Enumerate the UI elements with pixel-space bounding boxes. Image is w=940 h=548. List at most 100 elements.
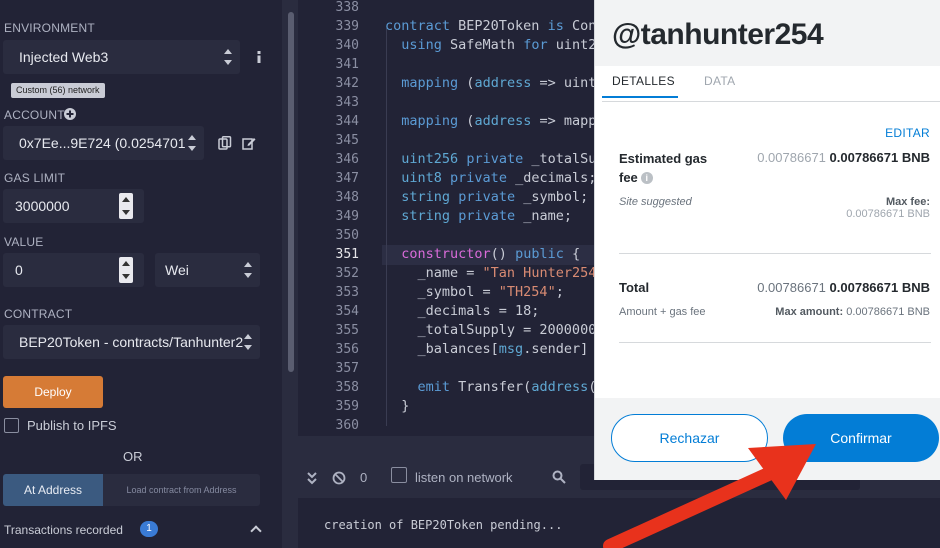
code-line[interactable]: uint8 private _decimals; — [385, 169, 596, 188]
line-number: 358 — [335, 380, 359, 395]
line-number-gutter: 338 339 340 341 342 343 344 345 346 347 348 349 350 3… — [298, 0, 378, 436]
line-number: 350 — [335, 228, 359, 243]
code-line[interactable]: uint256 private _totalSu — [385, 150, 596, 169]
popup-title: @tanhunter254 — [612, 18, 824, 51]
environment-value: Injected Web3 — [19, 49, 109, 65]
code-line[interactable]: mapping (address => uint — [385, 74, 596, 93]
gas-limit-label: GAS LIMIT — [4, 171, 66, 185]
fee-divider — [619, 253, 931, 254]
code-line[interactable]: _name = "Tan Hunter254 — [385, 264, 597, 283]
amount-gas-label: Amount + gas fee — [619, 306, 706, 318]
total-label: Total — [619, 280, 650, 295]
total-amounts: 0.00786671 0.00786671 BNB — [757, 280, 930, 295]
account-select[interactable]: 0x7Ee...9E724 (0.0254701 — [3, 126, 204, 160]
value-stepper[interactable] — [119, 257, 133, 283]
at-address-button[interactable]: At Address — [3, 474, 103, 506]
double-chevron-down-icon[interactable] — [306, 471, 318, 485]
listen-network-label: listen on network — [415, 470, 513, 485]
line-number: 357 — [335, 361, 359, 376]
max-fee-label: Max fee: — [885, 196, 930, 208]
panel-scrollbar[interactable] — [288, 12, 294, 372]
reject-button[interactable]: Rechazar — [611, 414, 768, 462]
total-muted: 0.00786671 — [757, 280, 826, 295]
environment-select[interactable]: Injected Web3 — [3, 40, 240, 74]
info-icon[interactable]: i — [640, 172, 653, 184]
gas-limit-value: 3000000 — [15, 198, 70, 214]
listen-network-checkbox[interactable] — [391, 467, 407, 483]
value-unit-select[interactable]: Wei — [155, 253, 260, 287]
line-number: 359 — [335, 399, 359, 414]
account-label: ACCOUNT — [4, 108, 65, 122]
gas-fee-value: 0.00786671 BNB — [829, 150, 930, 165]
line-number: 353 — [335, 285, 359, 300]
code-line[interactable]: _totalSupply = 2000000 — [385, 321, 597, 340]
line-number: 347 — [335, 171, 359, 186]
line-number: 349 — [335, 209, 359, 224]
metamask-confirm-popup: @tanhunter254 DETALLES DATA EDITAR Estim… — [594, 0, 940, 480]
total-divider — [619, 342, 931, 343]
network-badge: Custom (56) network — [11, 83, 105, 98]
line-number: 344 — [335, 114, 359, 129]
line-number: 341 — [335, 57, 359, 72]
line-number: 355 — [335, 323, 359, 338]
line-number: 356 — [335, 342, 359, 357]
line-number: 345 — [335, 133, 359, 148]
code-line[interactable]: _symbol = "TH254"; — [385, 283, 564, 302]
line-number: 360 — [335, 418, 359, 433]
info-icon[interactable] — [252, 50, 266, 64]
code-line[interactable]: constructor() public { — [385, 245, 580, 264]
gas-fee-label-text: Estimated gas fee — [619, 151, 708, 185]
line-number: 348 — [335, 190, 359, 205]
value-amount: 0 — [15, 262, 23, 278]
account-value: 0x7Ee...9E724 (0.0254701 — [19, 135, 186, 151]
line-number: 351 — [335, 247, 359, 262]
tab-data[interactable]: DATA — [704, 74, 735, 88]
tab-details[interactable]: DETALLES — [612, 74, 675, 88]
total-value: 0.00786671 BNB — [829, 280, 930, 295]
line-number: 339 — [335, 19, 359, 34]
deploy-button[interactable]: Deploy — [3, 376, 103, 408]
search-icon[interactable] — [552, 470, 566, 484]
value-unit: Wei — [165, 262, 189, 278]
code-line[interactable]: mapping (address => mapp — [385, 112, 596, 131]
code-line[interactable]: } — [385, 397, 409, 416]
deploy-run-panel: ENVIRONMENT Injected Web3 Custom (56) ne… — [0, 0, 282, 548]
copy-icon[interactable] — [218, 136, 232, 150]
value-label: VALUE — [4, 235, 44, 249]
max-amount-label: Max amount: — [775, 306, 844, 318]
line-number: 343 — [335, 95, 359, 110]
max-fee: Max fee: 0.00786671 BNB — [846, 196, 930, 220]
select-arrows-icon — [244, 334, 252, 350]
code-line[interactable]: string private _symbol; — [385, 188, 588, 207]
add-account-icon[interactable] — [63, 107, 77, 121]
code-line[interactable]: contract BEP20Token is Con — [385, 17, 596, 36]
tab-details-underline — [602, 96, 678, 98]
site-suggested-label: Site suggested — [619, 196, 692, 208]
max-amount: Max amount: 0.00786671 BNB — [775, 306, 930, 318]
contract-select[interactable]: BEP20Token - contracts/Tanhunter2 — [3, 325, 260, 359]
line-number: 352 — [335, 266, 359, 281]
code-line[interactable]: emit Transfer(address( — [385, 378, 597, 397]
load-address-input[interactable]: Load contract from Address — [103, 474, 260, 506]
select-arrows-icon — [224, 49, 232, 65]
gas-limit-stepper[interactable] — [119, 193, 133, 219]
chevron-up-icon[interactable] — [250, 525, 262, 537]
line-number: 354 — [335, 304, 359, 319]
edit-icon[interactable] — [242, 136, 256, 150]
confirm-button[interactable]: Confirmar — [783, 414, 939, 462]
code-line[interactable]: using SafeMath for uint2 — [385, 36, 596, 55]
publish-ipfs-checkbox[interactable] — [4, 418, 19, 433]
code-line[interactable]: _decimals = 18; — [385, 302, 540, 321]
code-line[interactable]: _balances[msg.sender] — [385, 340, 589, 359]
pending-tx-count: 0 — [360, 470, 368, 485]
transactions-recorded-label[interactable]: Transactions recorded — [4, 523, 123, 537]
select-arrows-icon — [188, 135, 196, 151]
gas-fee-muted: 0.00786671 — [757, 150, 826, 165]
clear-console-icon[interactable] — [332, 471, 346, 485]
terminal-log-line: creation of BEP20Token pending... — [324, 518, 563, 532]
publish-ipfs-label: Publish to IPFS — [27, 418, 117, 433]
gas-fee-label: Estimated gas fee i — [619, 149, 719, 187]
edit-gas-link[interactable]: EDITAR — [885, 126, 930, 140]
line-number: 338 — [335, 0, 359, 15]
code-line[interactable]: string private _name; — [385, 207, 572, 226]
